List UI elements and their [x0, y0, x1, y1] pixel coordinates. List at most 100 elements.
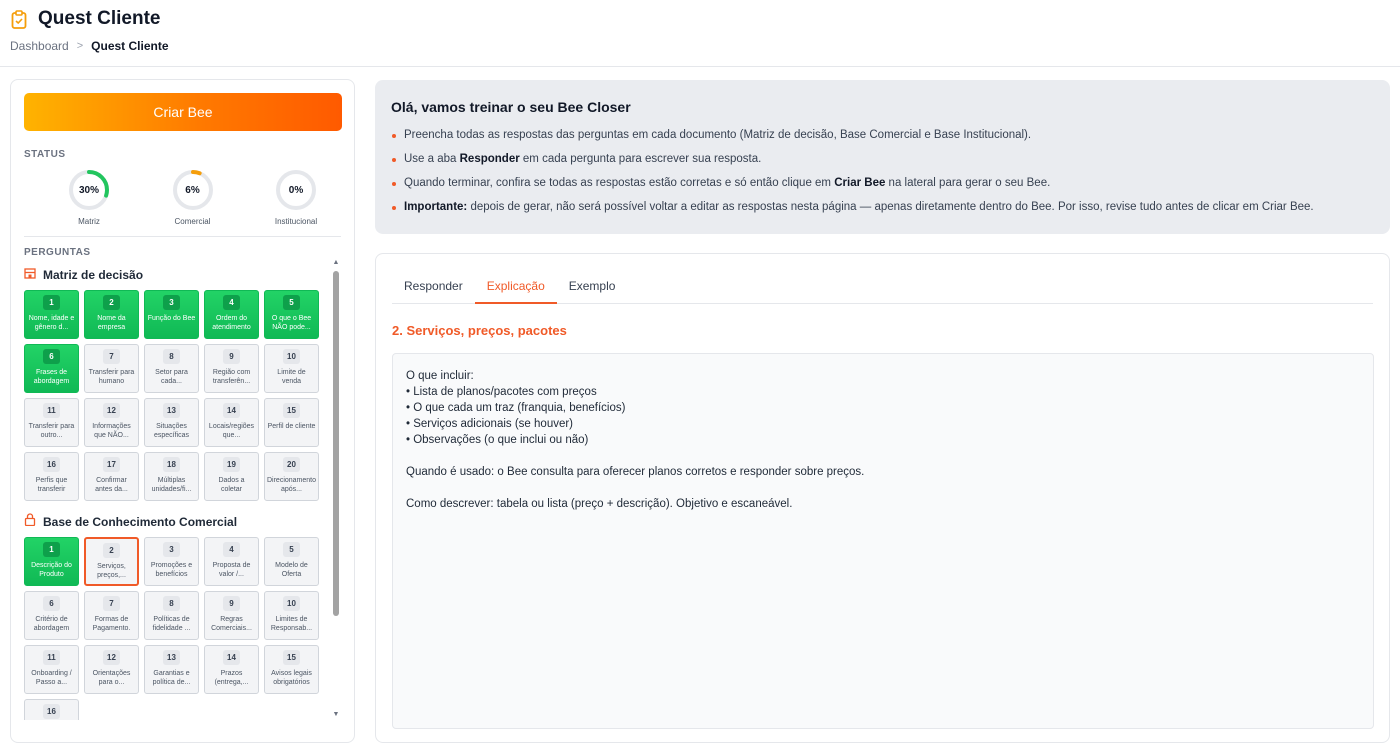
- status-name: Comercial: [174, 217, 211, 226]
- question-number: 14: [223, 650, 240, 665]
- questions-list[interactable]: Matriz de decisão 1 Nome, idade e gênero d…: [24, 258, 330, 720]
- question-card[interactable]: 13 Situações específicas: [144, 398, 199, 447]
- info-emphasis: Criar Bee: [834, 177, 886, 189]
- question-card[interactable]: 16 Perfis que transferir: [24, 452, 79, 501]
- question-card[interactable]: 9 Regras Comerciais...: [204, 591, 259, 640]
- question-label: Locais/regiões que...: [208, 423, 255, 439]
- question-label: Proposta de valor /...: [212, 562, 251, 578]
- question-label: Prazos (entrega,...: [214, 670, 249, 686]
- question-label: Descrição do Produto: [31, 562, 72, 578]
- question-number: 2: [103, 295, 120, 310]
- sidebar: Criar Bee STATUS 30% Matriz 6% Comercial 0% I…: [10, 79, 355, 743]
- question-card[interactable]: 3 Promoções e benefícios: [144, 537, 199, 586]
- question-card[interactable]: 1 Descrição do Produto: [24, 537, 79, 586]
- create-bee-button[interactable]: Criar Bee: [24, 93, 342, 131]
- scrollbar[interactable]: ▲ ▼: [331, 258, 341, 720]
- question-label: Onboarding / Passo a...: [31, 670, 72, 686]
- question-group-title: Base de Conhecimento Comercial: [43, 515, 238, 529]
- question-card[interactable]: 18 Múltiplas unidades/fi...: [144, 452, 199, 501]
- info-item: Use a aba Responder em cada pergunta par…: [391, 152, 1374, 176]
- tab-responder[interactable]: Responder: [392, 271, 475, 304]
- question-card[interactable]: 5 O que o Bee NÃO pode...: [264, 290, 319, 339]
- question-label: Promoções e benefícios: [150, 562, 193, 578]
- question-card[interactable]: 10 Limites de Responsab...: [264, 591, 319, 640]
- breadcrumb-dashboard-link[interactable]: Dashboard: [10, 39, 69, 53]
- question-card[interactable]: 17 Confirmar antes da...: [84, 452, 139, 501]
- section-title: 2. Serviços, preços, pacotes: [392, 323, 567, 338]
- question-card[interactable]: 15 Avisos legais obrigatórios: [264, 645, 319, 694]
- question-number: 15: [283, 403, 300, 418]
- question-number: 7: [103, 349, 120, 364]
- breadcrumb: Dashboard > Quest Cliente: [10, 39, 1390, 53]
- question-grid: 1 Descrição do Produto 2 Serviços, preços,.…: [24, 537, 330, 720]
- question-number: 3: [163, 542, 180, 557]
- question-card[interactable]: 14 Locais/regiões que...: [204, 398, 259, 447]
- question-number: 9: [223, 596, 240, 611]
- tab-explicacao[interactable]: Explicação: [474, 271, 557, 304]
- main-area: Criar Bee STATUS 30% Matriz 6% Comercial 0% I…: [0, 67, 1400, 753]
- status-item-matriz: 30% Matriz: [54, 169, 124, 226]
- status-name: Matriz: [78, 217, 100, 226]
- scroll-up-icon[interactable]: ▲: [331, 258, 341, 268]
- info-card: Olá, vamos treinar o seu Bee Closer Pree…: [375, 80, 1390, 234]
- question-label: Frases de abordagem: [33, 369, 70, 385]
- content-card: Responder Explicação Exemplo 2. Serviços, …: [375, 253, 1390, 743]
- question-number: 5: [283, 542, 300, 557]
- question-label: Direcionamento após...: [266, 477, 317, 493]
- question-number: 12: [103, 403, 120, 418]
- question-card[interactable]: 15 Perfil de cliente: [264, 398, 319, 447]
- question-card[interactable]: 11 Onboarding / Passo a...: [24, 645, 79, 694]
- question-card[interactable]: 14 Prazos (entrega,...: [204, 645, 259, 694]
- question-card[interactable]: 9 Região com transferên...: [204, 344, 259, 393]
- question-card[interactable]: 10 Limite de venda: [264, 344, 319, 393]
- progress-value: 6%: [185, 184, 200, 196]
- question-card[interactable]: 4 Proposta de valor /...: [204, 537, 259, 586]
- question-group-header: Matriz de decisão: [24, 267, 330, 283]
- question-card[interactable]: 8 Setor para cada...: [144, 344, 199, 393]
- question-card[interactable]: 19 Dados a coletar: [204, 452, 259, 501]
- question-card[interactable]: 16: [24, 699, 79, 720]
- scroll-down-icon[interactable]: ▼: [331, 710, 341, 720]
- question-card[interactable]: 11 Transferir para outro...: [24, 398, 79, 447]
- question-card[interactable]: 12 Informações que NÃO...: [84, 398, 139, 447]
- question-label: Modelo de Oferta: [275, 562, 308, 578]
- question-number: 3: [163, 295, 180, 310]
- question-card[interactable]: 12 Orientações para o...: [84, 645, 139, 694]
- question-number: 8: [163, 349, 180, 364]
- question-card[interactable]: 6 Frases de abordagem: [24, 344, 79, 393]
- question-number: 10: [283, 349, 300, 364]
- question-number: 15: [283, 650, 300, 665]
- clipboard-icon: [10, 9, 28, 29]
- tab-exemplo[interactable]: Exemplo: [557, 271, 628, 304]
- question-card[interactable]: 13 Garantias e política de...: [144, 645, 199, 694]
- question-label: Confirmar antes da...: [95, 477, 128, 493]
- scroll-thumb[interactable]: [333, 271, 339, 616]
- info-item: Importante: depois de gerar, não será po…: [391, 200, 1374, 224]
- question-card[interactable]: 1 Nome, idade e gênero d...: [24, 290, 79, 339]
- question-card[interactable]: 3 Função do Bee: [144, 290, 199, 339]
- info-list: Preencha todas as respostas das pergunta…: [391, 128, 1374, 224]
- question-number: 1: [43, 295, 60, 310]
- question-label: Avisos legais obrigatórios: [271, 670, 312, 686]
- question-label: Regras Comerciais...: [211, 616, 252, 632]
- status-item-institucional: 0% Institucional: [261, 169, 331, 226]
- status-row: 30% Matriz 6% Comercial 0% Institucional: [24, 169, 341, 226]
- question-card[interactable]: 8 Políticas de fidelidade ...: [144, 591, 199, 640]
- question-card[interactable]: 20 Direcionamento após...: [264, 452, 319, 501]
- breadcrumb-current: Quest Cliente: [91, 39, 169, 53]
- question-card[interactable]: 5 Modelo de Oferta: [264, 537, 319, 586]
- question-number: 5: [283, 295, 300, 310]
- question-card[interactable]: 4 Ordem do atendimento: [204, 290, 259, 339]
- progress-value: 0%: [288, 184, 304, 196]
- question-card[interactable]: 6 Critério de abordagem: [24, 591, 79, 640]
- question-number: 18: [163, 457, 180, 472]
- question-number: 16: [43, 704, 60, 719]
- question-label: Nome, idade e gênero d...: [28, 315, 75, 331]
- question-card[interactable]: 2 Serviços, preços,...: [84, 537, 139, 586]
- info-emphasis: Importante:: [404, 201, 468, 213]
- question-card[interactable]: 2 Nome da empresa: [84, 290, 139, 339]
- question-number: 13: [163, 650, 180, 665]
- question-card[interactable]: 7 Formas de Pagamento.: [84, 591, 139, 640]
- tab-bar: Responder Explicação Exemplo: [392, 271, 1373, 304]
- question-card[interactable]: 7 Transferir para humano: [84, 344, 139, 393]
